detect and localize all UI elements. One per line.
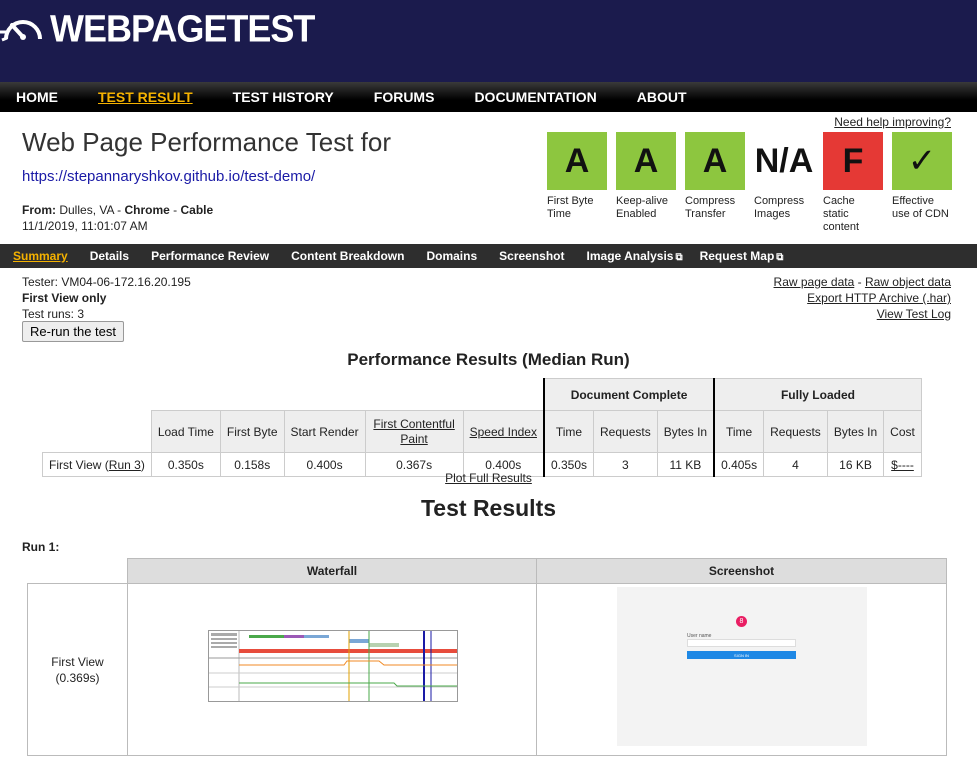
- grade-cards: A First Byte Time A Keep-alive Enabled A…: [547, 132, 961, 234]
- view-test-log-link[interactable]: View Test Log: [877, 307, 951, 321]
- grade-box: N/A: [754, 132, 814, 190]
- grade-cdn[interactable]: ✓ Effective use of CDN: [892, 132, 952, 234]
- col-speed-index[interactable]: Speed Index: [462, 410, 545, 453]
- tab-content-breakdown[interactable]: Content Breakdown: [291, 249, 404, 263]
- grade-first-byte[interactable]: A First Byte Time: [547, 132, 607, 234]
- tab-request-map[interactable]: Request Map ⧉: [700, 249, 784, 263]
- screenshot-badge: 8: [736, 616, 747, 627]
- tester-line: Tester: VM04-06-172.16.20.195: [22, 275, 191, 289]
- screenshot-signin-button: SIGN IN: [687, 651, 796, 659]
- grade-compress-transfer[interactable]: A Compress Transfer: [685, 132, 745, 234]
- tab-screenshot[interactable]: Screenshot: [499, 249, 564, 263]
- run-label: Run 1:: [22, 540, 60, 554]
- view-mode: First View only: [22, 291, 107, 305]
- external-link-icon: ⧉: [675, 252, 683, 263]
- tab-performance-review[interactable]: Performance Review: [151, 249, 269, 263]
- col-first-byte: First Byte: [219, 410, 285, 453]
- nav-home[interactable]: HOME: [16, 89, 58, 105]
- col-first-contentful-paint[interactable]: First Contentful Paint: [364, 410, 464, 453]
- grade-label: Compress Images: [754, 195, 805, 220]
- nav-test-result[interactable]: TEST RESULT: [98, 89, 193, 105]
- logo[interactable]: WEBPAGETEST: [0, 6, 315, 50]
- page-title: Web Page Performance Test for: [22, 127, 392, 157]
- grade-label: Compress Transfer: [685, 195, 736, 220]
- test-results-heading: Test Results: [420, 495, 557, 521]
- external-link-icon: ⧉: [776, 252, 784, 263]
- tab-summary[interactable]: Summary: [13, 249, 68, 263]
- tab-domains[interactable]: Domains: [426, 249, 477, 263]
- col-start-render: Start Render: [283, 410, 366, 453]
- grade-keep-alive[interactable]: A Keep-alive Enabled: [616, 132, 676, 234]
- grade-box: A: [616, 132, 676, 190]
- grade-box: A: [685, 132, 745, 190]
- grade-compress-images[interactable]: N/A Compress Images: [754, 132, 814, 234]
- screenshot-input: [687, 639, 796, 647]
- tester-info: Tester: VM04-06-172.16.20.195 First View…: [22, 274, 191, 322]
- waterfall-cell[interactable]: [127, 583, 537, 756]
- site-header: WEBPAGETEST: [0, 0, 977, 82]
- results-tabs: Summary Details Performance Review Conte…: [0, 244, 977, 268]
- col-cost: Cost: [883, 410, 922, 453]
- logo-text: WEBPAGETEST: [50, 6, 315, 50]
- grade-label: First Byte Time: [547, 195, 594, 220]
- waterfall-header: Waterfall: [127, 558, 537, 584]
- raw-page-data-link[interactable]: Raw page data: [774, 275, 855, 289]
- screenshot-cell[interactable]: 8 User name SIGN IN: [536, 583, 947, 756]
- nav-documentation[interactable]: DOCUMENTATION: [474, 89, 596, 105]
- export-har-link[interactable]: Export HTTP Archive (.har): [807, 291, 951, 305]
- rerun-button[interactable]: Re-run the test: [22, 321, 124, 342]
- grade-box: F: [823, 132, 883, 190]
- col-doc-bytes: Bytes In: [656, 410, 715, 453]
- grade-label: Keep-alive Enabled: [616, 195, 668, 220]
- col-full-time: Time: [713, 410, 765, 453]
- page-screenshot-thumbnail[interactable]: 8 User name SIGN IN: [617, 587, 867, 746]
- tested-url-link[interactable]: https://stepannaryshkov.github.io/test-d…: [22, 168, 315, 185]
- group-fully-loaded: Fully Loaded: [713, 378, 922, 411]
- plot-full-results-link[interactable]: Plot Full Results: [0, 471, 977, 485]
- checkmark-icon: ✓: [892, 132, 952, 190]
- table-group-row: Document Complete Fully Loaded: [43, 378, 922, 411]
- col-full-requests: Requests: [763, 410, 828, 453]
- waterfall-chart-image: [209, 631, 457, 701]
- top-nav: HOME TEST RESULT TEST HISTORY FORUMS DOC…: [0, 82, 977, 112]
- col-doc-requests: Requests: [593, 410, 658, 453]
- test-date: 11/1/2019, 11:01:07 AM: [22, 219, 148, 233]
- nav-forums[interactable]: FORUMS: [374, 89, 435, 105]
- waterfall-thumbnail[interactable]: [208, 630, 458, 702]
- grade-cache-static[interactable]: F Cache static content: [823, 132, 883, 234]
- raw-object-data-link[interactable]: Raw object data: [865, 275, 951, 289]
- speedometer-icon: [0, 20, 42, 42]
- test-location: From: Dulles, VA - Chrome - Cable: [22, 203, 214, 217]
- nav-about[interactable]: ABOUT: [637, 89, 687, 105]
- tab-details[interactable]: Details: [90, 249, 129, 263]
- col-load-time: Load Time: [150, 410, 221, 453]
- col-full-bytes: Bytes In: [826, 410, 885, 453]
- tab-image-analysis[interactable]: Image Analysis ⧉: [587, 249, 683, 263]
- screenshot-header: Screenshot: [536, 558, 947, 584]
- grade-box: A: [547, 132, 607, 190]
- col-doc-time: Time: [542, 410, 595, 453]
- performance-results-heading: Performance Results (Median Run): [347, 350, 630, 369]
- performance-results-table: Document Complete Fully Loaded Load Time…: [42, 378, 922, 477]
- test-runs: Test runs: 3: [22, 307, 85, 321]
- group-document-complete: Document Complete: [542, 378, 715, 411]
- table-header-row: Load Time First Byte Start Render First …: [43, 410, 922, 453]
- run-3-link[interactable]: Run 3: [109, 458, 141, 472]
- raw-data-links: Raw page data - Raw object data Export H…: [773, 275, 951, 321]
- help-improving-link[interactable]: Need help improving?: [834, 115, 951, 129]
- grade-label: Effective use of CDN: [892, 195, 949, 220]
- first-view-label: First View (0.369s): [27, 583, 128, 756]
- grade-label: Cache static content: [823, 195, 860, 233]
- run-results-grid: Waterfall Screenshot First View (0.369s): [27, 558, 947, 756]
- nav-test-history[interactable]: TEST HISTORY: [233, 89, 334, 105]
